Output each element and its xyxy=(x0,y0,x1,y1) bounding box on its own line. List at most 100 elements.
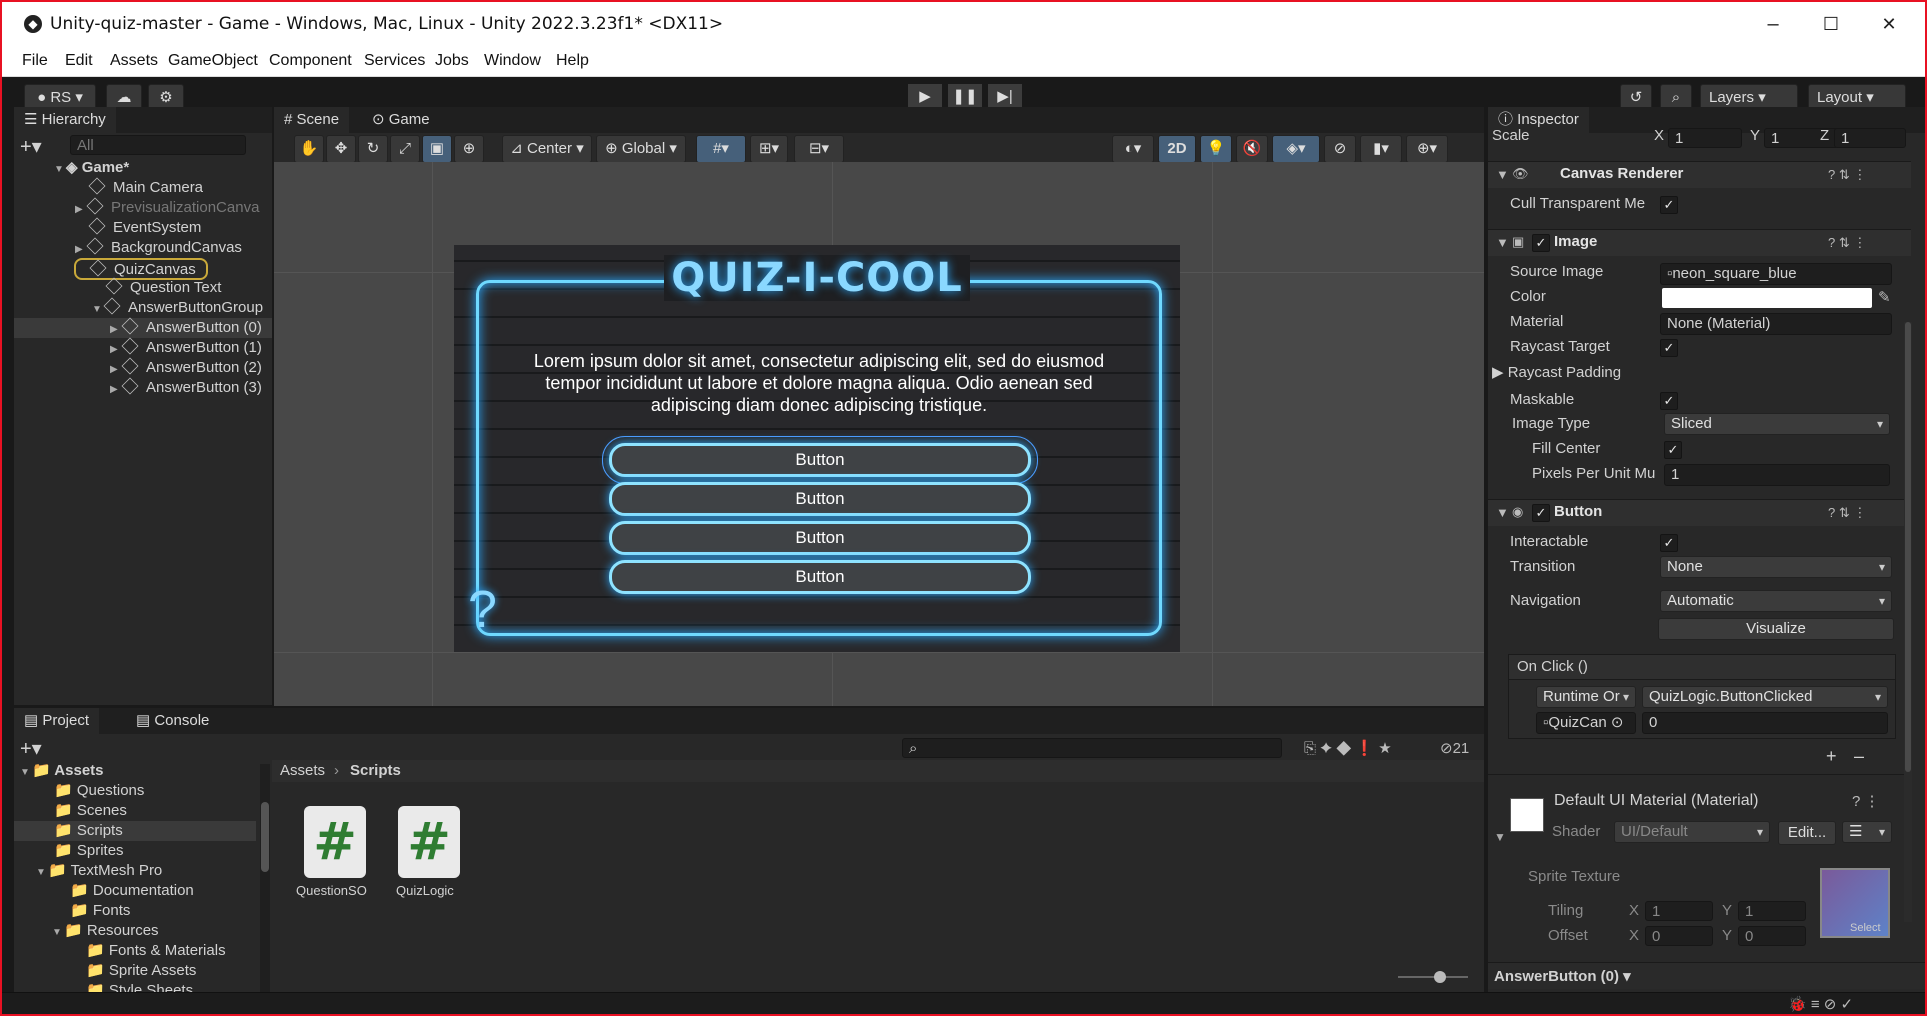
rotate-tool-icon[interactable]: ↻ xyxy=(358,135,388,163)
hierarchy-item-main-camera[interactable]: Main Camera xyxy=(88,177,203,198)
rect-tool-icon[interactable]: ▣ xyxy=(422,135,452,163)
menu-file[interactable]: File xyxy=(22,52,48,70)
menu-services[interactable]: Services xyxy=(364,52,425,70)
button-enabled-checkbox[interactable]: ✓ xyxy=(1532,504,1550,522)
close-button[interactable]: ✕ xyxy=(1864,8,1914,40)
answer-button-3[interactable]: Button xyxy=(609,560,1031,594)
project-tree-assets[interactable]: ▼ 📁 Assets xyxy=(20,761,104,781)
tiling-x-field[interactable]: 1 xyxy=(1645,901,1713,921)
menu-window[interactable]: Window xyxy=(484,52,541,70)
offset-x-field[interactable]: 0 xyxy=(1645,926,1713,946)
project-filter-icons[interactable]: ⎘ ✦ ◆ ❗ ★ xyxy=(1304,739,1392,757)
hierarchy-item-question-text[interactable]: Question Text xyxy=(105,277,221,298)
visibility-icon[interactable]: ⊘ xyxy=(1324,135,1356,163)
hierarchy-item-answerbutton-0[interactable]: ▶ AnswerButton (0) xyxy=(14,317,272,338)
shader-dropdown[interactable]: UI/Default xyxy=(1614,821,1770,843)
move-tool-icon[interactable]: ✥ xyxy=(326,135,356,163)
menu-gameobject[interactable]: GameObject xyxy=(168,52,258,70)
edit-shader-button[interactable]: Edit... xyxy=(1778,821,1836,845)
hierarchy-item-previsualization[interactable]: ▶ PrevisualizationCanva xyxy=(75,197,259,218)
hierarchy-item-answerbutton-2[interactable]: ▶ AnswerButton (2) xyxy=(110,357,262,378)
menu-edit[interactable]: Edit xyxy=(65,52,93,70)
project-tree-sprite-assets[interactable]: 📁 Sprite Assets xyxy=(86,961,196,981)
fill-center-checkbox[interactable]: ✓ xyxy=(1664,441,1682,459)
material-foldout-icon[interactable]: ▼ xyxy=(1494,830,1506,844)
button-header[interactable]: ▼ ◉ ✓ Button ? ⇅ ⋮ xyxy=(1488,499,1911,526)
eyedropper-icon[interactable]: ✎ xyxy=(1878,288,1891,306)
raycast-target-checkbox[interactable]: ✓ xyxy=(1660,339,1678,357)
scale-x-field[interactable]: 1 xyxy=(1668,128,1742,148)
material-field[interactable]: None (Material) xyxy=(1660,313,1892,335)
effects-icon[interactable]: ◈▾ xyxy=(1272,135,1320,163)
help-icon[interactable]: ? ⇅ ⋮ xyxy=(1828,235,1866,251)
minimize-button[interactable]: – xyxy=(1748,8,1798,40)
project-tree-textmesh-pro[interactable]: ▼ 📁 TextMesh Pro xyxy=(36,861,162,881)
hidden-count[interactable]: ⊘21 xyxy=(1440,739,1469,757)
material-help-icon[interactable]: ? ⋮ xyxy=(1852,792,1880,810)
project-tree-sprites[interactable]: 📁 Sprites xyxy=(54,841,124,861)
shading-mode-icon[interactable]: ◐▾ xyxy=(1112,135,1154,163)
canvas-renderer-header[interactable]: ▼ 👁 Canvas Renderer ? ⇅ ⋮ xyxy=(1488,161,1911,188)
menu-help[interactable]: Help xyxy=(556,52,589,70)
icon-size-slider[interactable] xyxy=(1398,971,1468,983)
increment-snap-icon[interactable]: ⊞▾ xyxy=(750,135,788,163)
scrollbar-thumb[interactable] xyxy=(261,802,269,872)
interactable-checkbox[interactable]: ✓ xyxy=(1660,534,1678,552)
maximize-button[interactable]: ☐ xyxy=(1806,8,1856,40)
project-tree-scenes[interactable]: 📁 Scenes xyxy=(54,801,127,821)
transition-dropdown[interactable]: None xyxy=(1660,556,1892,578)
align-icon[interactable]: ⊟▾ xyxy=(794,135,844,163)
cull-transparent-checkbox[interactable]: ✓ xyxy=(1660,196,1678,214)
answer-button-1[interactable]: Button xyxy=(609,482,1031,516)
hierarchy-item-answerbutton-1[interactable]: ▶ AnswerButton (1) xyxy=(110,337,262,358)
scrollbar-thumb[interactable] xyxy=(1905,322,1911,772)
breadcrumb-scripts[interactable]: Scripts xyxy=(350,762,401,779)
foldout-icon[interactable]: ▼ xyxy=(1496,167,1509,182)
navigation-dropdown[interactable]: Automatic xyxy=(1660,590,1892,612)
image-type-dropdown[interactable]: Sliced xyxy=(1664,413,1890,435)
preview-object-dropdown[interactable]: AnswerButton (0) ▾ xyxy=(1494,967,1631,985)
add-object-button[interactable]: +▾ xyxy=(20,134,42,159)
target-object-field[interactable]: ▫QuizCan ⊙ xyxy=(1536,712,1636,734)
scale-tool-icon[interactable]: ⤢ xyxy=(390,135,420,163)
project-tree-resources[interactable]: ▼ 📁 Resources xyxy=(52,921,159,941)
shader-options-dropdown[interactable]: ☰ xyxy=(1842,821,1892,843)
hierarchy-item-answerbutton-3[interactable]: ▶ AnswerButton (3) xyxy=(110,377,262,398)
source-image-field[interactable]: ▫neon_square_blue xyxy=(1660,263,1892,285)
sprite-texture-thumbnail[interactable]: Select xyxy=(1820,868,1890,938)
file-questionso[interactable]: QuestionSO xyxy=(296,883,367,898)
project-search-input[interactable]: ⌕ xyxy=(902,738,1282,758)
argument-field[interactable]: 0 xyxy=(1642,712,1888,734)
file-quizlogic[interactable]: QuizLogic xyxy=(396,883,454,898)
space-dropdown[interactable]: ⊕ Global ▾ xyxy=(596,135,686,163)
quiz-canvas-preview[interactable]: QUIZ-I-COOL Lorem ipsum dolor sit amet, … xyxy=(454,245,1180,652)
tab-console[interactable]: ▤ Console xyxy=(126,708,219,734)
remove-event-button[interactable]: – xyxy=(1854,746,1864,767)
hierarchy-item-quizcanvas[interactable]: QuizCanvas xyxy=(74,258,208,280)
hierarchy-item-backgroundcanvas[interactable]: ▶ BackgroundCanvas xyxy=(75,237,242,258)
transform-tool-icon[interactable]: ⊕ xyxy=(454,135,484,163)
tab-project[interactable]: ▤ Project xyxy=(14,708,100,734)
answer-button-2[interactable]: Button xyxy=(609,521,1031,555)
project-tree-scripts[interactable]: 📁 Scripts xyxy=(14,821,256,841)
inspector-scrollbar[interactable] xyxy=(1904,322,1912,922)
menu-assets[interactable]: Assets xyxy=(110,52,158,70)
help-icon[interactable]: ? ⇅ ⋮ xyxy=(1828,505,1866,521)
maskable-checkbox[interactable]: ✓ xyxy=(1660,392,1678,410)
hierarchy-item-answerbuttongroup[interactable]: ▼ AnswerButtonGroup xyxy=(92,297,263,318)
tab-game[interactable]: ⊙ Game xyxy=(362,107,440,133)
breadcrumb-assets[interactable]: Assets xyxy=(280,762,325,779)
hand-tool-icon[interactable]: ✋ xyxy=(294,135,324,163)
scale-z-field[interactable]: 1 xyxy=(1834,128,1906,148)
tab-hierarchy[interactable]: ☰ Hierarchy xyxy=(14,107,116,133)
function-dropdown[interactable]: QuizLogic.ButtonClicked xyxy=(1642,686,1888,708)
hierarchy-search-input[interactable]: All xyxy=(70,135,246,155)
camera-icon[interactable]: ▮▾ xyxy=(1360,135,1402,163)
audio-icon[interactable]: 🔇 xyxy=(1236,135,1268,163)
status-icons[interactable]: 🐞 ≡ ⊘ ✓ xyxy=(1788,995,1853,1013)
project-tree-questions[interactable]: 📁 Questions xyxy=(54,781,144,801)
project-tree-documentation[interactable]: 📁 Documentation xyxy=(70,881,194,901)
offset-y-field[interactable]: 0 xyxy=(1738,926,1806,946)
add-event-button[interactable]: + xyxy=(1826,746,1837,767)
csharp-script-icon[interactable]: # xyxy=(304,806,366,878)
